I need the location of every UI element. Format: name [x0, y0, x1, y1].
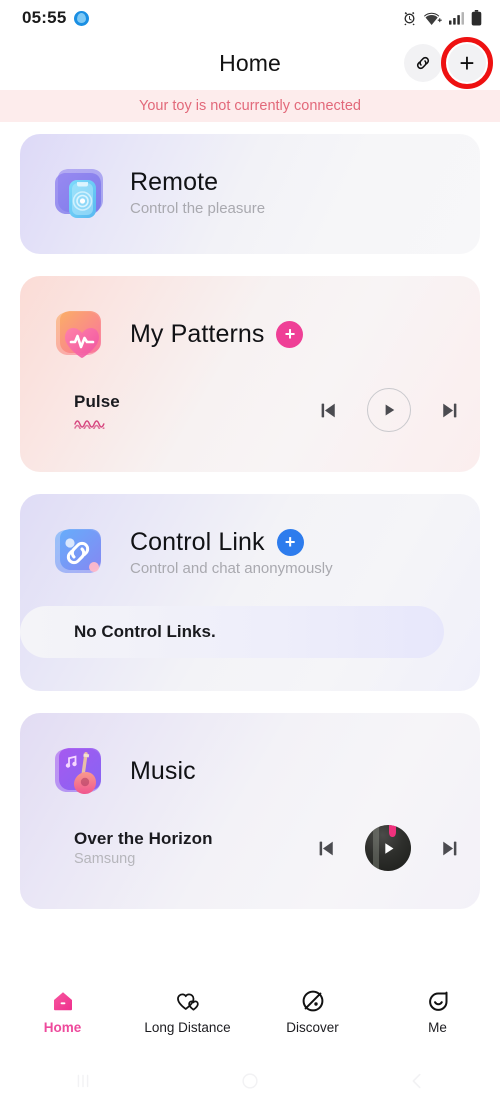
card-remote[interactable]: Remote Control the pleasure [20, 134, 480, 254]
tab-home-label: Home [43, 1020, 82, 1035]
tab-long-distance-label: Long Distance [144, 1020, 231, 1035]
smiley-leaf-icon [428, 991, 447, 1011]
music-play-button[interactable] [365, 825, 411, 871]
main-content: Remote Control the pleasure My Patterns … [0, 122, 500, 909]
card-my-patterns-title: My Patterns [130, 319, 265, 348]
connection-warning-banner: Your toy is not currently connected [0, 90, 500, 122]
app-header: Home + [0, 36, 500, 90]
loading-circle-icon [74, 10, 90, 26]
status-bar: 05:55 [0, 0, 500, 36]
annotation-highlight-circle [441, 37, 493, 89]
home-icon [53, 992, 72, 1011]
pulse-wave-icon [74, 419, 105, 429]
chain-link-app-icon [55, 529, 101, 573]
card-remote-title: Remote [130, 167, 219, 196]
music-track-artist: Samsung [74, 851, 136, 867]
music-next-button[interactable] [437, 836, 462, 861]
chain-link-icon[interactable] [404, 44, 442, 82]
tab-long-distance[interactable]: Long Distance [125, 989, 250, 1035]
card-my-patterns[interactable]: My Patterns + Pulse [20, 276, 480, 472]
pattern-play-button[interactable] [367, 388, 411, 432]
back-chevron-icon[interactable] [333, 1070, 500, 1092]
card-remote-subtitle: Control the pleasure [130, 199, 266, 217]
compass-leaf-icon [302, 990, 323, 1012]
card-music-title: Music [130, 756, 196, 785]
pattern-previous-button[interactable] [316, 398, 341, 423]
wifi-plus-icon [424, 12, 442, 25]
remote-phone-icon [55, 169, 103, 218]
card-control-link-subtitle: Control and chat anonymously [130, 559, 333, 577]
pattern-name: Pulse [74, 391, 120, 411]
status-bar-left: 05:55 [22, 8, 90, 28]
heart-pulse-icon [56, 311, 101, 358]
add-pattern-button[interactable]: + [276, 320, 304, 348]
recents-icon[interactable] [0, 1070, 167, 1092]
bottom-tab-bar: Home Long Distance Discover Me [0, 974, 500, 1050]
control-link-empty-state: No Control Links. [20, 606, 444, 658]
music-track-name: Over the Horizon [74, 829, 213, 848]
tab-discover-label: Discover [286, 1020, 339, 1035]
control-link-empty-text: No Control Links. [74, 622, 216, 641]
music-previous-button[interactable] [314, 836, 339, 861]
music-player: Over the Horizon Samsung [20, 825, 462, 871]
pattern-player: Pulse [20, 388, 462, 432]
pattern-next-button[interactable] [437, 398, 462, 423]
guitar-music-icon [55, 748, 101, 794]
home-circle-icon[interactable] [167, 1070, 334, 1092]
battery-icon [471, 10, 482, 26]
add-button[interactable]: + [441, 37, 493, 89]
alarm-clock-icon [404, 11, 415, 25]
tab-home[interactable]: Home [0, 989, 125, 1035]
header-actions: + [404, 37, 493, 89]
card-control-link[interactable]: Control Link + Control and chat anonymou… [20, 494, 480, 691]
system-navigation-bar [0, 1050, 500, 1111]
page-title: Home [219, 49, 281, 76]
two-hearts-icon [176, 993, 199, 1011]
status-bar-right [402, 10, 482, 26]
tab-discover[interactable]: Discover [250, 989, 375, 1035]
connection-warning-text: Your toy is not currently connected [139, 98, 361, 114]
cellular-signal-icon [449, 12, 464, 25]
status-bar-clock: 05:55 [22, 8, 67, 27]
card-control-link-title: Control Link [130, 527, 265, 556]
tab-me[interactable]: Me [375, 989, 500, 1035]
add-control-link-button[interactable]: + [276, 528, 304, 556]
tab-me-label: Me [428, 1020, 447, 1035]
card-music[interactable]: Music Over the Horizon Samsung [20, 713, 480, 909]
